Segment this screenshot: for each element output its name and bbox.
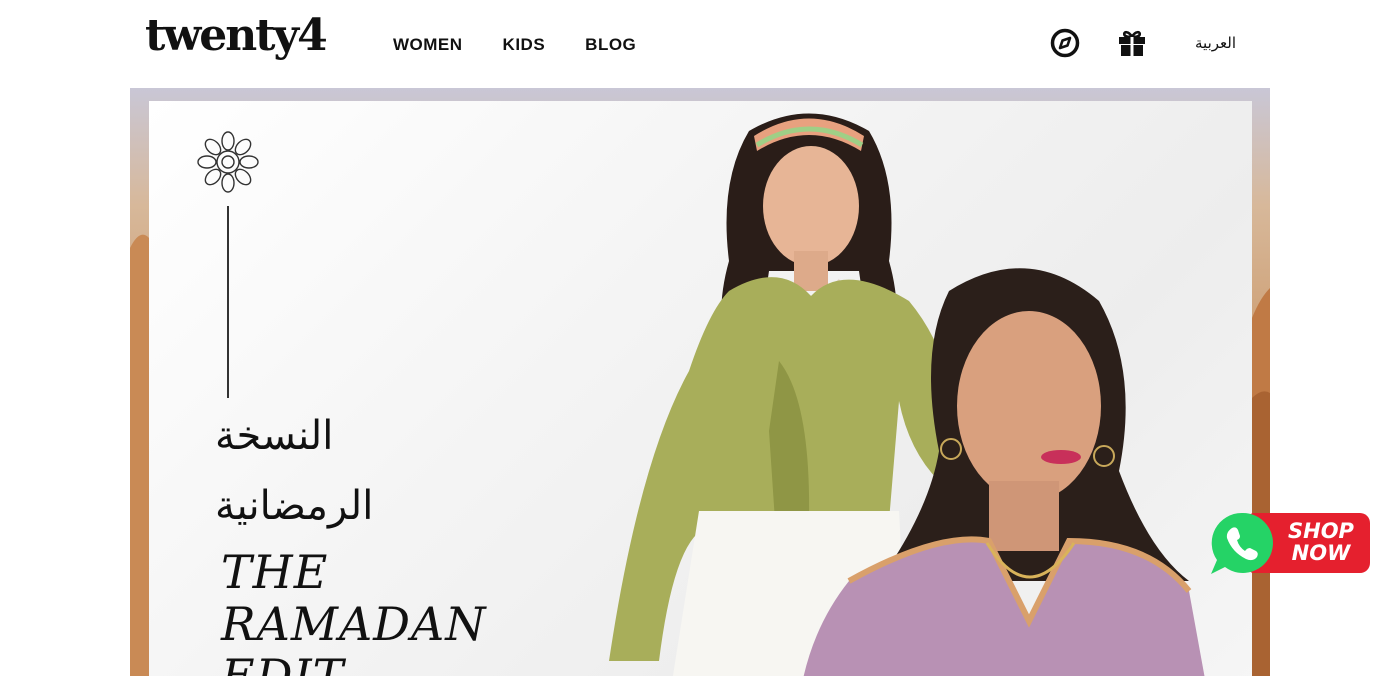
hero-panel: النسخة الرمضانية THE RAMADAN EDIT (149, 101, 1252, 676)
whatsapp-icon (1211, 512, 1273, 574)
nav-link-women[interactable]: WOMEN (393, 35, 463, 55)
site-header: twenty4 WOMEN KIDS BLOG العربية (0, 0, 1400, 88)
nav-link-blog[interactable]: BLOG (585, 35, 636, 55)
language-switch[interactable]: العربية (1195, 34, 1236, 52)
shop-now-line-1: SHOP (1288, 519, 1354, 543)
model-image-paisley-top (803, 268, 1205, 676)
hero-english-line-1: THE (221, 545, 329, 599)
hero-arabic-title: النسخة الرمضانية (215, 401, 415, 541)
shop-now-text: SHOP NOW (1288, 520, 1354, 564)
decorative-vertical-line (227, 206, 229, 398)
brand-logo[interactable]: twenty4 (145, 14, 328, 58)
flower-emblem-icon (197, 131, 259, 193)
hero-english-line-2: RAMADAN (221, 597, 487, 651)
hero-banner[interactable]: النسخة الرمضانية THE RAMADAN EDIT (130, 88, 1270, 676)
hero-english-title: THE RAMADAN EDIT (221, 546, 487, 676)
hero-arabic-line-1: النسخة (215, 413, 334, 459)
compass-icon[interactable] (1048, 26, 1082, 60)
whatsapp-shop-now-button[interactable]: SHOP NOW (1210, 511, 1370, 575)
hero-english-line-3: EDIT (221, 649, 345, 676)
nav-link-kids[interactable]: KIDS (503, 35, 546, 55)
gift-icon[interactable] (1115, 26, 1149, 60)
main-nav: WOMEN KIDS BLOG (393, 35, 636, 55)
hero-arabic-line-2: الرمضانية (215, 483, 374, 529)
shop-now-line-2: NOW (1291, 541, 1351, 565)
